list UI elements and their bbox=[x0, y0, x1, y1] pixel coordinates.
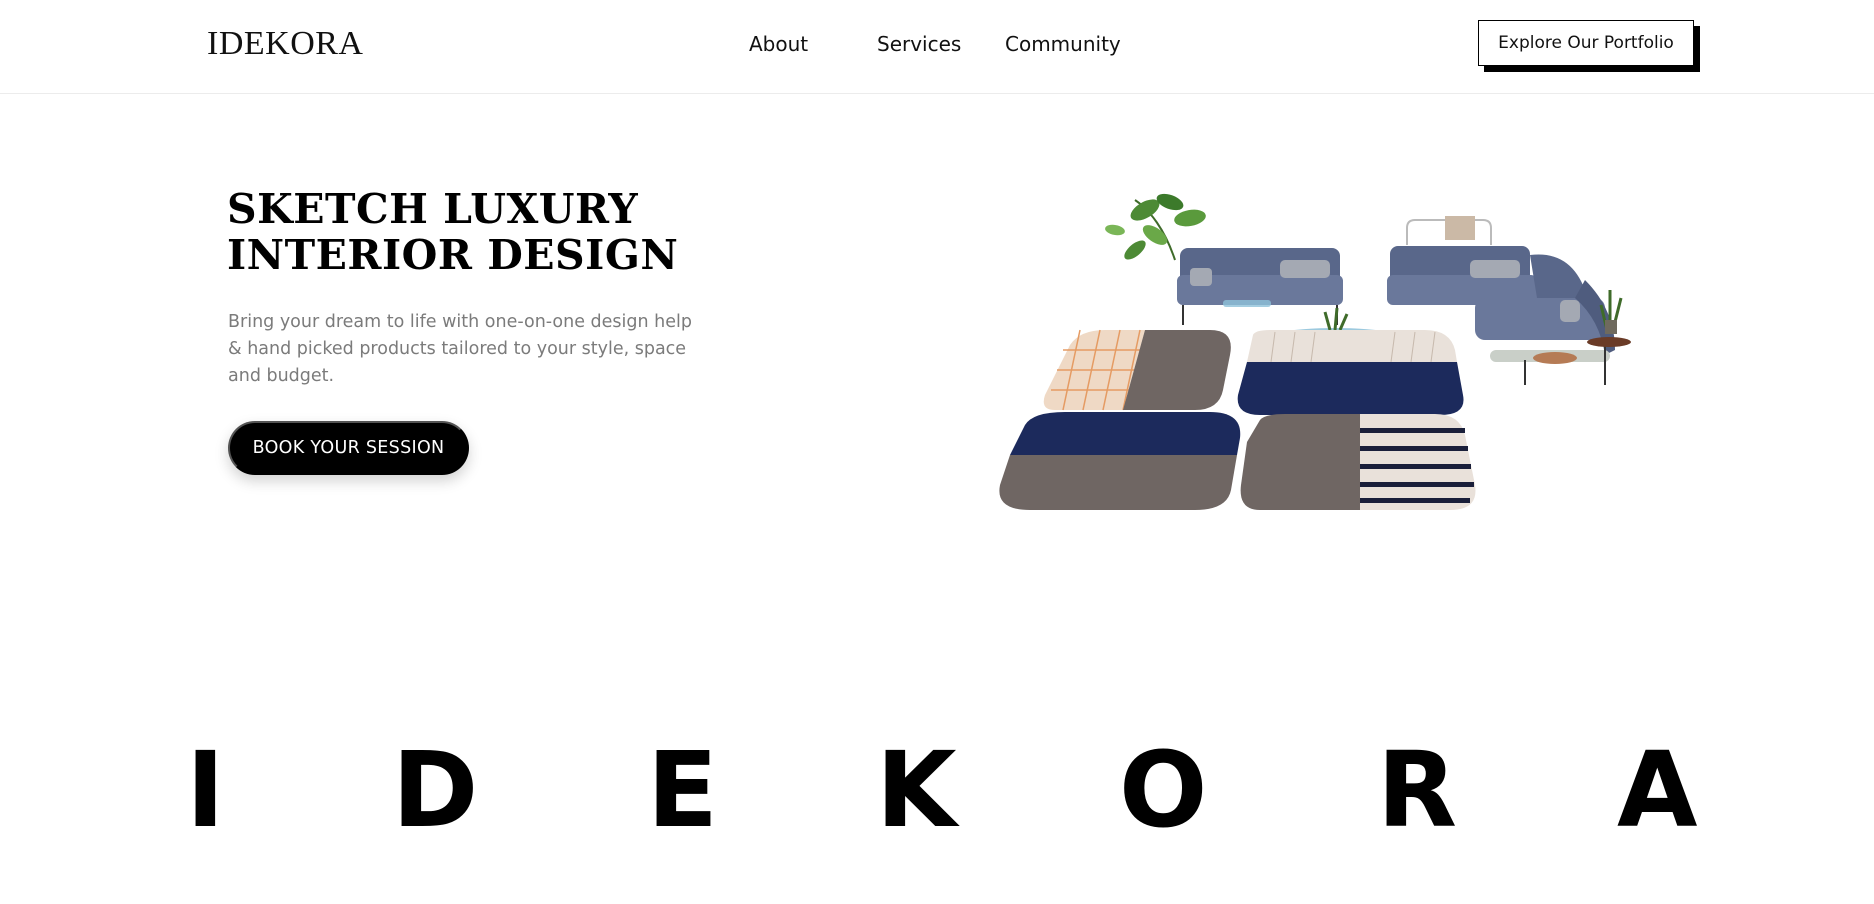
nav-link-about[interactable]: About bbox=[749, 30, 808, 58]
site-header: IDEKORA About Services Community Explore… bbox=[0, 0, 1874, 94]
brand-letter: E bbox=[647, 729, 719, 851]
rug-taupe-stripes bbox=[1240, 414, 1476, 510]
book-session-button[interactable]: BOOK YOUR SESSION bbox=[228, 421, 469, 475]
nav-link-community[interactable]: Community bbox=[1005, 30, 1121, 58]
sofa-left bbox=[1177, 248, 1343, 325]
brand-letter: O bbox=[1119, 729, 1208, 851]
brand-letter: K bbox=[876, 729, 957, 851]
brand-letters: I D E K O R A bbox=[0, 735, 1874, 845]
logo[interactable]: IDEKORA bbox=[207, 24, 363, 64]
brand-letter: A bbox=[1617, 729, 1698, 851]
rug-navy-taupe bbox=[999, 412, 1241, 510]
rug-peach-grid bbox=[1043, 329, 1231, 411]
rug-navy-stripe bbox=[1237, 330, 1464, 415]
explore-portfolio-button[interactable]: Explore Our Portfolio bbox=[1478, 20, 1694, 66]
brand-letter: D bbox=[392, 729, 479, 851]
nav-link-services[interactable]: Services bbox=[877, 30, 961, 58]
sofa-and-rugs-illustration bbox=[985, 180, 1655, 520]
hero-title-line-1: SKETCH LUXURY bbox=[227, 185, 639, 233]
brand-letter: R bbox=[1377, 729, 1458, 851]
explore-portfolio-wrapper: Explore Our Portfolio bbox=[1478, 20, 1700, 72]
brand-letter: I bbox=[186, 729, 225, 851]
hero-title-line-2: INTERIOR DESIGN bbox=[227, 231, 679, 279]
sofa-middle bbox=[1387, 216, 1537, 305]
hero-title: SKETCH LUXURY INTERIOR DESIGN bbox=[227, 186, 747, 278]
hero-description: Bring your dream to life with one-on-one… bbox=[228, 312, 693, 386]
